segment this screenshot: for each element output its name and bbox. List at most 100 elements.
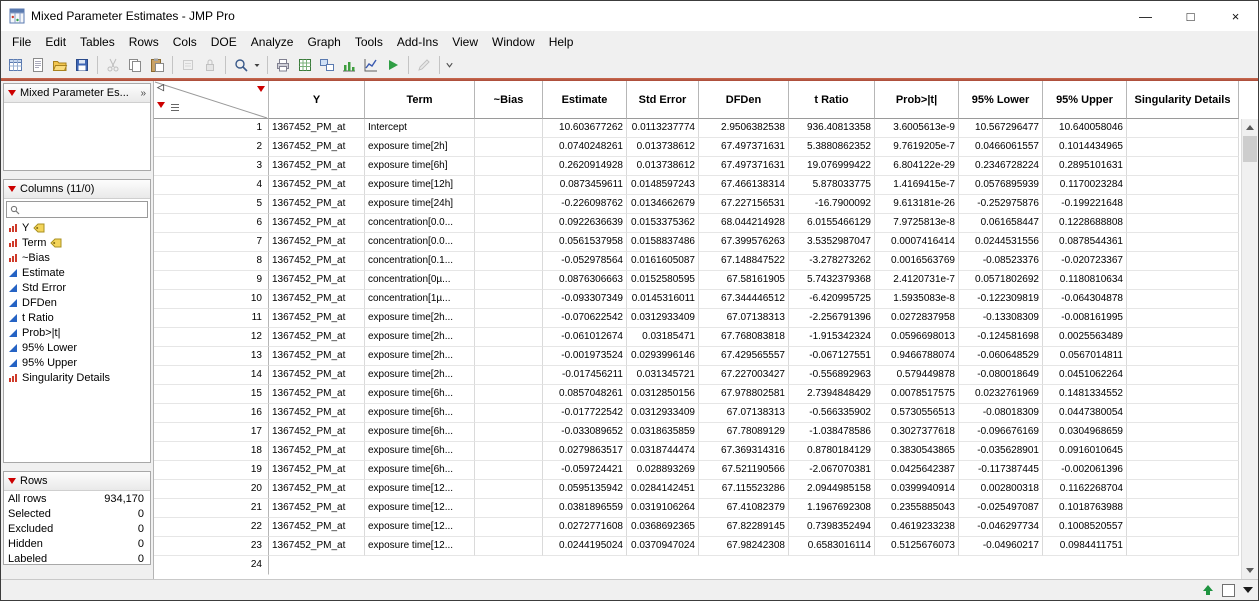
cut-icon[interactable] — [102, 55, 124, 75]
row-number-cell[interactable]: 8 — [154, 252, 269, 271]
data-cell[interactable]: exposure time[12h] — [365, 176, 475, 195]
row-number-cell[interactable]: 15 — [154, 385, 269, 404]
data-cell[interactable]: 6.0155466129 — [789, 214, 875, 233]
options-caret-icon[interactable] — [1243, 587, 1253, 593]
data-cell[interactable]: 3.6005613e-9 — [875, 119, 959, 138]
scroll-up-button[interactable] — [1242, 119, 1258, 136]
data-cell[interactable]: 6.804122e-29 — [875, 157, 959, 176]
data-cell[interactable]: 0.0571802692 — [959, 271, 1043, 290]
data-cell[interactable] — [475, 233, 543, 252]
data-cell[interactable] — [1127, 290, 1239, 309]
data-cell[interactable] — [475, 461, 543, 480]
data-cell[interactable]: 0.0284142451 — [627, 480, 699, 499]
data-cell[interactable]: 0.0078517575 — [875, 385, 959, 404]
data-cell[interactable]: 0.0466061557 — [959, 138, 1043, 157]
print-icon[interactable] — [272, 55, 294, 75]
data-cell[interactable]: 67.466138314 — [699, 176, 789, 195]
data-cell[interactable]: 0.4619233238 — [875, 518, 959, 537]
data-cell[interactable]: -0.020723367 — [1043, 252, 1127, 271]
data-cell[interactable] — [1127, 347, 1239, 366]
data-cell[interactable] — [475, 252, 543, 271]
data-cell[interactable]: 0.0161605087 — [627, 252, 699, 271]
data-cell[interactable]: 1367452_PM_at — [269, 271, 365, 290]
data-cell[interactable]: 67.98242308 — [699, 537, 789, 556]
data-cell[interactable]: 3.5352987047 — [789, 233, 875, 252]
row-number-cell[interactable]: 12 — [154, 328, 269, 347]
data-cell[interactable] — [699, 556, 789, 575]
data-cell[interactable]: 0.031345721 — [627, 366, 699, 385]
data-cell[interactable]: -0.061012674 — [543, 328, 627, 347]
row-number-cell[interactable]: 20 — [154, 480, 269, 499]
data-cell[interactable]: 67.07138313 — [699, 309, 789, 328]
annotate-icon[interactable] — [413, 55, 435, 75]
data-cell[interactable]: 0.0244195024 — [543, 537, 627, 556]
data-cell[interactable]: 0.0916010645 — [1043, 442, 1127, 461]
data-cell[interactable]: 67.399576263 — [699, 233, 789, 252]
restore-icon[interactable] — [177, 55, 199, 75]
data-cell[interactable]: 67.58161905 — [699, 271, 789, 290]
data-cell[interactable]: -0.13308309 — [959, 309, 1043, 328]
data-cell[interactable] — [1127, 404, 1239, 423]
columns-menu-icon[interactable] — [257, 86, 265, 92]
data-cell[interactable] — [1127, 138, 1239, 157]
data-cell[interactable]: 0.0873459611 — [543, 176, 627, 195]
data-cell[interactable]: 1367452_PM_at — [269, 138, 365, 157]
data-cell[interactable]: exposure time[2h... — [365, 328, 475, 347]
data-cell[interactable] — [1127, 214, 1239, 233]
data-cell[interactable]: 0.0878544361 — [1043, 233, 1127, 252]
data-cell[interactable] — [1127, 252, 1239, 271]
row-number-cell[interactable]: 4 — [154, 176, 269, 195]
data-cell[interactable]: 0.0272771608 — [543, 518, 627, 537]
data-cell[interactable] — [475, 556, 543, 575]
data-cell[interactable]: exposure time[2h... — [365, 309, 475, 328]
data-cell[interactable]: exposure time[6h... — [365, 423, 475, 442]
column-item-95-lower[interactable]: 95% Lower — [4, 340, 150, 355]
data-cell[interactable]: 67.978802581 — [699, 385, 789, 404]
data-cell[interactable] — [475, 537, 543, 556]
data-cell[interactable]: 1367452_PM_at — [269, 119, 365, 138]
data-cell[interactable]: 0.8780184129 — [789, 442, 875, 461]
data-cell[interactable] — [543, 556, 627, 575]
data-cell[interactable]: 0.0399940914 — [875, 480, 959, 499]
data-cell[interactable]: concentration[0.0... — [365, 214, 475, 233]
scroll-to-top-icon[interactable] — [1202, 584, 1214, 596]
data-cell[interactable] — [1127, 499, 1239, 518]
data-cell[interactable]: -0.035628901 — [959, 442, 1043, 461]
column-select-icon[interactable]: ◁ — [157, 82, 164, 93]
menu-file[interactable]: File — [5, 33, 38, 51]
data-cell[interactable] — [1043, 556, 1127, 575]
data-cell[interactable]: -1.915342324 — [789, 328, 875, 347]
column-header-estimate[interactable]: Estimate — [543, 81, 627, 119]
data-cell[interactable]: 0.1180810634 — [1043, 271, 1127, 290]
column-header-95-lower[interactable]: 95% Lower — [959, 81, 1043, 119]
scroll-down-button[interactable] — [1242, 562, 1258, 579]
data-cell[interactable]: 1367452_PM_at — [269, 385, 365, 404]
data-cell[interactable]: -0.556892963 — [789, 366, 875, 385]
data-cell[interactable]: 0.0293996146 — [627, 347, 699, 366]
data-cell[interactable]: 0.0244531556 — [959, 233, 1043, 252]
data-cell[interactable]: 5.878033775 — [789, 176, 875, 195]
data-cell[interactable]: 0.5125676073 — [875, 537, 959, 556]
data-cell[interactable]: exposure time[2h] — [365, 138, 475, 157]
data-cell[interactable] — [875, 556, 959, 575]
data-cell[interactable]: 67.227003427 — [699, 366, 789, 385]
row-number-cell[interactable]: 16 — [154, 404, 269, 423]
column-item-y[interactable]: Y — [4, 220, 150, 235]
row-number-cell[interactable]: 11 — [154, 309, 269, 328]
data-cell[interactable]: -0.002061396 — [1043, 461, 1127, 480]
data-cell[interactable]: 67.148847522 — [699, 252, 789, 271]
new-data-table-icon[interactable] — [5, 55, 27, 75]
row-number-cell[interactable]: 23 — [154, 537, 269, 556]
data-cell[interactable]: 67.227156531 — [699, 195, 789, 214]
data-cell[interactable]: 0.0025563489 — [1043, 328, 1127, 347]
menu-edit[interactable]: Edit — [38, 33, 73, 51]
data-cell[interactable]: -1.038478586 — [789, 423, 875, 442]
data-cell[interactable]: 1367452_PM_at — [269, 195, 365, 214]
data-cell[interactable]: concentration[1µ... — [365, 290, 475, 309]
data-cell[interactable] — [1127, 461, 1239, 480]
data-cell[interactable]: 9.613181e-26 — [875, 195, 959, 214]
menu-add-ins[interactable]: Add-Ins — [390, 33, 445, 51]
data-cell[interactable]: exposure time[6h... — [365, 442, 475, 461]
data-cell[interactable] — [475, 176, 543, 195]
data-cell[interactable]: concentration[0.0... — [365, 233, 475, 252]
